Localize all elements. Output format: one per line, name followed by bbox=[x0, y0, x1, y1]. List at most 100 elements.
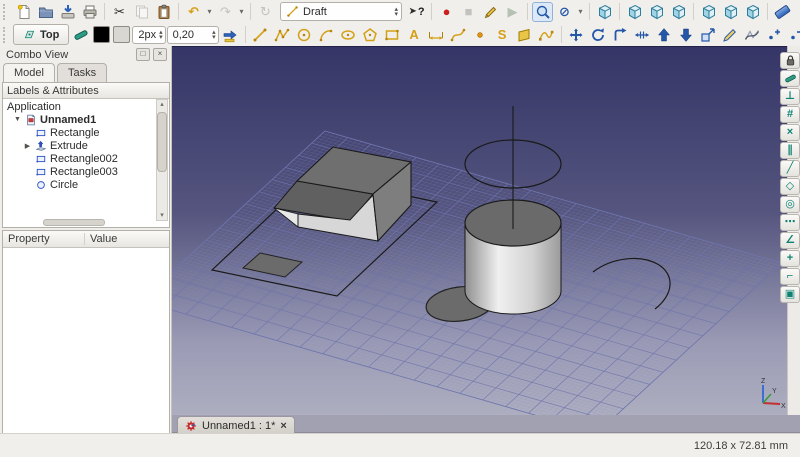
measure-button[interactable] bbox=[772, 2, 793, 22]
toolbar-handle[interactable] bbox=[3, 27, 9, 43]
draft-delete-point-button[interactable] bbox=[786, 25, 800, 45]
draft-arc-button[interactable] bbox=[316, 25, 337, 45]
working-plane-button[interactable]: Top bbox=[13, 24, 69, 45]
line-width-spinbox[interactable]: 2px ▴▾ bbox=[132, 26, 165, 44]
draft-add-point-button[interactable] bbox=[764, 25, 785, 45]
tree-item-rectangle[interactable]: Rectangle bbox=[7, 126, 169, 139]
copy-button[interactable] bbox=[131, 2, 152, 22]
tree-item-circle[interactable]: Circle bbox=[7, 178, 169, 191]
tree-item-rectangle003[interactable]: Rectangle003 bbox=[7, 165, 169, 178]
snap-dimensions-button[interactable]: ⋯ bbox=[780, 214, 800, 231]
draft-facebinder-button[interactable] bbox=[514, 25, 535, 45]
draft-shapestring-button[interactable]: S bbox=[492, 25, 513, 45]
close-panel-button[interactable]: × bbox=[153, 48, 167, 61]
whats-this-button[interactable]: ➤? bbox=[406, 2, 427, 22]
construction-mode-button[interactable] bbox=[70, 25, 91, 45]
snap-extension-button[interactable]: ╱ bbox=[780, 160, 800, 177]
macro-stop-button[interactable]: ■ bbox=[458, 2, 479, 22]
draft-trimex-button[interactable] bbox=[632, 25, 653, 45]
snap-angle-button[interactable]: ∠ bbox=[780, 232, 800, 249]
paste-button[interactable] bbox=[153, 2, 174, 22]
value-column-header[interactable]: Value bbox=[85, 233, 117, 245]
draft-polygon-button[interactable] bbox=[360, 25, 381, 45]
view-left-button[interactable] bbox=[742, 2, 763, 22]
draft-bezier-button[interactable] bbox=[536, 25, 557, 45]
print-button[interactable] bbox=[79, 2, 100, 22]
draft-upgrade-button[interactable] bbox=[654, 25, 675, 45]
draft-line-button[interactable] bbox=[250, 25, 271, 45]
snap-working-plane-button[interactable]: ⌐ bbox=[780, 268, 800, 285]
view-axonometric-button[interactable] bbox=[594, 2, 615, 22]
draw-style-button[interactable]: ⊘ bbox=[554, 2, 575, 22]
draft-ellipse-button[interactable] bbox=[338, 25, 359, 45]
draft-wire-button[interactable] bbox=[272, 25, 293, 45]
undo-button[interactable]: ↶ bbox=[183, 2, 204, 22]
apply-style-button[interactable] bbox=[220, 25, 241, 45]
tab-close-icon[interactable]: × bbox=[280, 420, 286, 432]
cut-button[interactable]: ✂ bbox=[109, 2, 130, 22]
snap-grid-button[interactable]: # bbox=[780, 106, 800, 123]
open-file-button[interactable] bbox=[35, 2, 56, 22]
draft-edit-button[interactable] bbox=[720, 25, 741, 45]
scroll-up-icon[interactable]: ▴ bbox=[160, 100, 164, 109]
line-color-swatch[interactable] bbox=[93, 26, 110, 43]
spinner-arrows-icon[interactable]: ▴▾ bbox=[159, 30, 163, 40]
draft-rotate-button[interactable] bbox=[588, 25, 609, 45]
macro-record-button[interactable]: ● bbox=[436, 2, 457, 22]
redo-dropdown[interactable]: ▾ bbox=[237, 2, 246, 22]
draw-style-dropdown[interactable]: ▾ bbox=[576, 2, 585, 22]
macro-edit-button[interactable] bbox=[480, 2, 501, 22]
snap-grid-toggle-button[interactable]: ▣ bbox=[780, 286, 800, 303]
redo-button[interactable]: ↷ bbox=[215, 2, 236, 22]
snap-parallel-button[interactable]: ∥ bbox=[780, 142, 800, 159]
face-color-swatch[interactable] bbox=[113, 26, 130, 43]
snap-special-button[interactable]: + bbox=[780, 250, 800, 267]
snap-ortho-button[interactable]: ◇ bbox=[780, 178, 800, 195]
tree-item-extrude[interactable]: ▶ Extrude bbox=[7, 139, 169, 152]
toolbar-handle[interactable] bbox=[3, 4, 9, 20]
draft-downgrade-button[interactable] bbox=[676, 25, 697, 45]
draft-scale-button[interactable] bbox=[698, 25, 719, 45]
view-top-button[interactable] bbox=[646, 2, 667, 22]
spinner-arrows-icon[interactable]: ▴▾ bbox=[212, 30, 216, 40]
expander-closed-icon[interactable]: ▶ bbox=[23, 142, 32, 150]
tab-model[interactable]: Model bbox=[3, 63, 55, 82]
snap-midpoint-button[interactable] bbox=[780, 70, 800, 87]
tree-root-application[interactable]: Application bbox=[7, 100, 169, 113]
save-button[interactable] bbox=[57, 2, 78, 22]
draft-circle-button[interactable] bbox=[294, 25, 315, 45]
snap-center-button[interactable]: ◎ bbox=[780, 196, 800, 213]
draft-text-button[interactable]: A bbox=[404, 25, 425, 45]
tree-item-rectangle002[interactable]: Rectangle002 bbox=[7, 152, 169, 165]
document-tab[interactable]: Unnamed1 : 1* × bbox=[177, 416, 295, 434]
view-right-button[interactable] bbox=[668, 2, 689, 22]
new-file-button[interactable] bbox=[13, 2, 34, 22]
tab-tasks[interactable]: Tasks bbox=[57, 63, 107, 82]
expander-open-icon[interactable]: ▼ bbox=[13, 116, 22, 123]
property-column-header[interactable]: Property bbox=[3, 233, 85, 245]
tree-vertical-scrollbar[interactable]: ▴ ▾ bbox=[156, 99, 168, 221]
draft-move-button[interactable] bbox=[566, 25, 587, 45]
text-scale-spinbox[interactable]: 0,20 ▴▾ bbox=[167, 26, 219, 44]
scrollbar-thumb[interactable] bbox=[157, 112, 167, 172]
snap-perpendicular-button[interactable]: ⊥ bbox=[780, 88, 800, 105]
draft-rectangle-button[interactable] bbox=[382, 25, 403, 45]
workbench-selector[interactable]: Draft ▴▾ bbox=[280, 2, 402, 21]
fit-all-button[interactable] bbox=[532, 2, 553, 22]
snap-intersection-button[interactable]: × bbox=[780, 124, 800, 141]
tree-horizontal-scrollbar[interactable] bbox=[43, 219, 105, 226]
view-front-button[interactable] bbox=[624, 2, 645, 22]
refresh-button[interactable]: ↻ bbox=[255, 2, 276, 22]
draft-dimension-button[interactable] bbox=[426, 25, 447, 45]
view-rear-button[interactable] bbox=[698, 2, 719, 22]
draft-offset-button[interactable] bbox=[610, 25, 631, 45]
undo-dropdown[interactable]: ▾ bbox=[205, 2, 214, 22]
macro-play-button[interactable]: ▶ bbox=[502, 2, 523, 22]
scroll-down-icon[interactable]: ▾ bbox=[160, 211, 164, 220]
tree-item-document[interactable]: ▼ Unnamed1 bbox=[7, 113, 169, 126]
draft-point-button[interactable] bbox=[470, 25, 491, 45]
draft-bspline-button[interactable] bbox=[448, 25, 469, 45]
3d-viewport[interactable]: Z Y X bbox=[172, 46, 787, 415]
draft-wire-to-bspline-button[interactable] bbox=[742, 25, 763, 45]
snap-lock-button[interactable] bbox=[780, 52, 800, 69]
